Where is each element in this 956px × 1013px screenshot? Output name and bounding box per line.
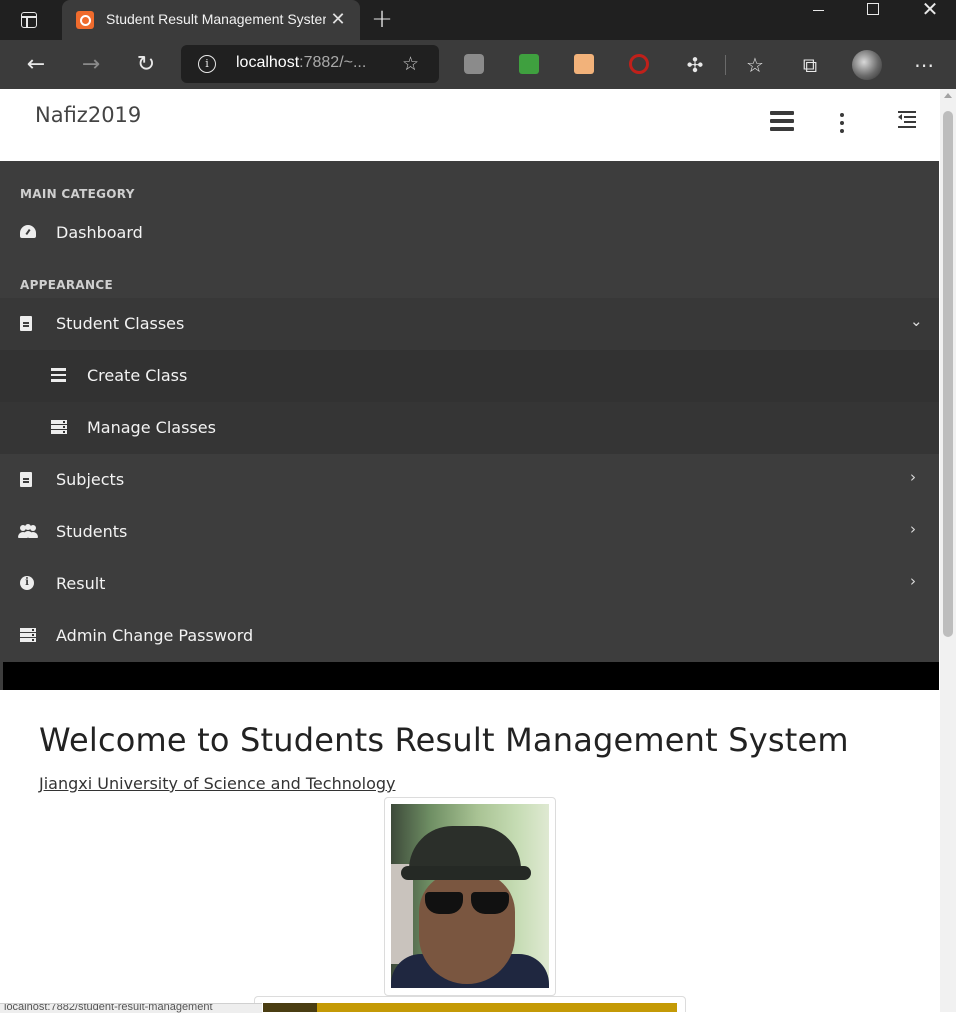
collections-icon[interactable]: ⧉ xyxy=(796,51,824,79)
tab-title: Student Result Management System xyxy=(106,11,326,27)
sidebar-item-dashboard[interactable]: Dashboard xyxy=(0,207,939,259)
extensions-puzzle-icon[interactable]: ✣ xyxy=(681,51,709,79)
dashboard-icon xyxy=(20,225,36,241)
category-appearance: APPEARANCE xyxy=(20,278,113,292)
camera-extension-icon[interactable] xyxy=(464,54,484,74)
favorites-icon[interactable]: ☆ xyxy=(741,51,769,79)
add-favorite-icon[interactable]: ☆ xyxy=(402,53,419,75)
back-arrow-icon[interactable]: ← xyxy=(22,51,50,79)
address-bar[interactable]: i localhost:7882/~... ☆ xyxy=(181,45,439,83)
toolbar-divider xyxy=(725,55,726,75)
bars-icon xyxy=(51,368,67,384)
chevron-right-icon: › xyxy=(910,468,916,486)
users-icon xyxy=(18,524,38,540)
sidebar-item-manage-classes[interactable]: Manage Classes xyxy=(0,402,939,454)
window-maximize-button[interactable] xyxy=(846,0,902,30)
browser-tab-active[interactable]: Student Result Management System ✕ xyxy=(62,0,360,40)
tab-close-icon[interactable]: ✕ xyxy=(326,8,350,32)
vertical-scrollbar[interactable] xyxy=(940,89,956,1012)
server-icon xyxy=(20,628,36,644)
chevron-down-icon: ⌄ xyxy=(910,312,923,330)
forward-arrow-icon[interactable]: → xyxy=(77,51,105,79)
scroll-up-arrow-icon[interactable] xyxy=(944,93,952,98)
sidebar-item-label: Subjects xyxy=(56,470,125,489)
new-tab-button[interactable]: + xyxy=(368,6,396,34)
hamburger-menu-icon[interactable] xyxy=(770,111,794,131)
page-viewport: Nafiz2019 MAIN CATEGORY Dashboard APPEAR… xyxy=(0,89,940,1012)
sidebar-item-label: Admin Change Password xyxy=(56,626,254,645)
address-text[interactable]: localhost:7882/~... xyxy=(236,54,366,72)
site-info-icon[interactable]: i xyxy=(198,55,216,73)
sidebar-item-label: Student Classes xyxy=(56,314,185,333)
banner-image-frame xyxy=(254,996,686,1012)
sidebar-menu: MAIN CATEGORY Dashboard APPEARANCE Stude… xyxy=(0,161,939,662)
sidebar-item-create-class[interactable]: Create Class xyxy=(0,350,939,402)
cat-extension-icon[interactable] xyxy=(574,54,594,74)
sidebar-item-admin-change-password[interactable]: Admin Change Password xyxy=(0,610,939,662)
browser-tab-bar: Student Result Management System ✕ + ✕ xyxy=(0,0,956,40)
sidebar-item-label: Manage Classes xyxy=(87,418,216,437)
sidebar-toggle-icon[interactable] xyxy=(898,111,916,128)
tab-actions-icon[interactable] xyxy=(16,8,42,32)
scroll-thumb[interactable] xyxy=(943,111,953,637)
window-minimize-button[interactable] xyxy=(790,0,846,30)
sidebar-item-result[interactable]: i Result › xyxy=(0,558,939,610)
vertical-dots-icon[interactable] xyxy=(838,113,846,137)
banner-image xyxy=(263,1003,677,1012)
sidebar-item-label: Create Class xyxy=(87,366,188,385)
refresh-icon[interactable]: ↻ xyxy=(132,51,160,79)
sidebar-item-subjects[interactable]: Subjects › xyxy=(0,454,939,506)
profile-photo-frame xyxy=(384,797,556,996)
category-main: MAIN CATEGORY xyxy=(20,187,135,201)
sidebar-item-label: Dashboard xyxy=(56,223,143,242)
window-close-button[interactable]: ✕ xyxy=(902,0,956,30)
print-extension-icon[interactable] xyxy=(519,54,539,74)
university-link[interactable]: Jiangxi University of Science and Techno… xyxy=(39,774,396,793)
browser-toolbar: ← → ↻ i localhost:7882/~... ☆ ✣ ☆ ⧉ ⋯ xyxy=(0,40,956,89)
chevron-right-icon: › xyxy=(910,572,916,590)
profile-photo xyxy=(391,804,549,988)
sidebar-item-student-classes[interactable]: Student Classes ⌄ xyxy=(0,298,939,350)
record-extension-icon[interactable] xyxy=(629,54,649,74)
xampp-favicon-icon xyxy=(76,11,94,29)
server-icon xyxy=(51,420,67,436)
divider-bar xyxy=(0,662,939,690)
info-icon: i xyxy=(20,576,36,592)
sidebar-item-label: Students xyxy=(56,522,128,541)
profile-avatar[interactable] xyxy=(852,50,882,80)
welcome-heading: Welcome to Students Result Management Sy… xyxy=(39,721,849,759)
file-icon xyxy=(20,472,36,488)
brand-title[interactable]: Nafiz2019 xyxy=(35,103,141,127)
sidebar-item-students[interactable]: Students › xyxy=(0,506,939,558)
more-menu-icon[interactable]: ⋯ xyxy=(910,51,938,79)
chevron-right-icon: › xyxy=(910,520,916,538)
file-icon xyxy=(20,316,36,332)
sidebar-item-label: Result xyxy=(56,574,106,593)
